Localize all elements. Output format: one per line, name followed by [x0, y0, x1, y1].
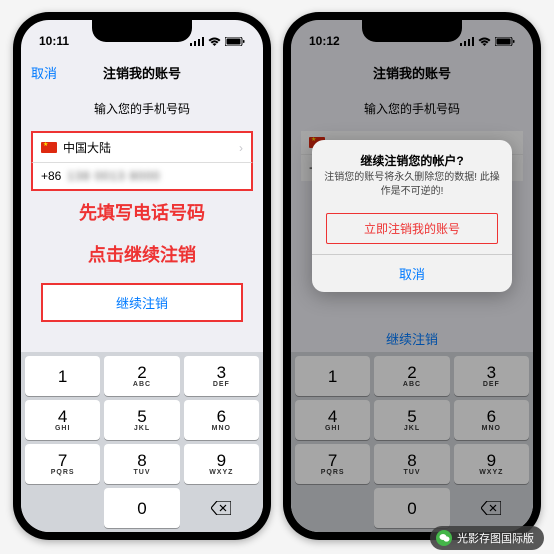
chevron-right-icon: ›: [239, 141, 243, 155]
cancel-button[interactable]: 取消: [31, 63, 57, 82]
key-7[interactable]: 7PQRS: [25, 444, 100, 484]
dialog-title: 继续注销您的帐户?: [312, 140, 512, 171]
delete-key[interactable]: [184, 488, 259, 528]
phone-mockup-right: 10:12 注销我的账号 输入您的手机号码 +86 继续注销 12ABC3DEF…: [283, 12, 541, 540]
key-2[interactable]: 2ABC: [104, 356, 179, 396]
notch: [92, 20, 192, 42]
country-name: 中国大陆: [63, 139, 111, 156]
status-icons: [190, 37, 245, 46]
country-code: +86: [41, 169, 61, 183]
key-8[interactable]: 8TUV: [104, 444, 179, 484]
watermark-text: 光影存图国际版: [457, 530, 534, 546]
wechat-icon: [436, 530, 452, 546]
nav-bar: 取消 注销我的账号: [21, 56, 263, 88]
confirm-dialog: 继续注销您的帐户? 注销您的账号将永久删除您的数据! 此操作是不可逆的! 立即注…: [312, 140, 512, 292]
battery-icon: [225, 37, 245, 46]
key-5[interactable]: 5JKL: [104, 400, 179, 440]
phone-input-row[interactable]: +86 138 0013 8000: [31, 162, 253, 191]
key-6[interactable]: 6MNO: [184, 400, 259, 440]
dialog-message: 注销您的账号将永久删除您的数据! 此操作是不可逆的!: [312, 171, 512, 209]
continue-button[interactable]: 继续注销: [41, 283, 243, 322]
subtitle-label: 输入您的手机号码: [21, 88, 263, 125]
signal-icon: [190, 37, 204, 46]
wifi-icon: [208, 37, 221, 46]
confirm-delete-button[interactable]: 立即注销我的账号: [326, 213, 498, 244]
status-time: 10:11: [39, 34, 69, 48]
key-3[interactable]: 3DEF: [184, 356, 259, 396]
flag-icon: [41, 142, 57, 153]
page-title: 注销我的账号: [103, 63, 181, 82]
instruction-1: 先填写电话号码: [21, 191, 263, 233]
country-selector[interactable]: 中国大陆 ›: [31, 131, 253, 162]
phone-mockup-left: 10:11 取消 注销我的账号 输入您的手机号码 中国大陆 › +86 138 …: [13, 12, 271, 540]
instruction-2: 点击继续注销: [21, 233, 263, 275]
dialog-cancel-button[interactable]: 取消: [312, 254, 512, 292]
numeric-keypad: 12ABC3DEF 4GHI5JKL6MNO 7PQRS8TUV9WXYZ0: [21, 352, 263, 532]
key-4[interactable]: 4GHI: [25, 400, 100, 440]
key-1[interactable]: 1: [25, 356, 100, 396]
phone-number-field[interactable]: 138 0013 8000: [67, 169, 160, 183]
key-0[interactable]: 0: [104, 488, 179, 528]
key-empty: [25, 488, 100, 528]
watermark: 光影存图国际版: [430, 526, 544, 550]
key-9[interactable]: 9WXYZ: [184, 444, 259, 484]
